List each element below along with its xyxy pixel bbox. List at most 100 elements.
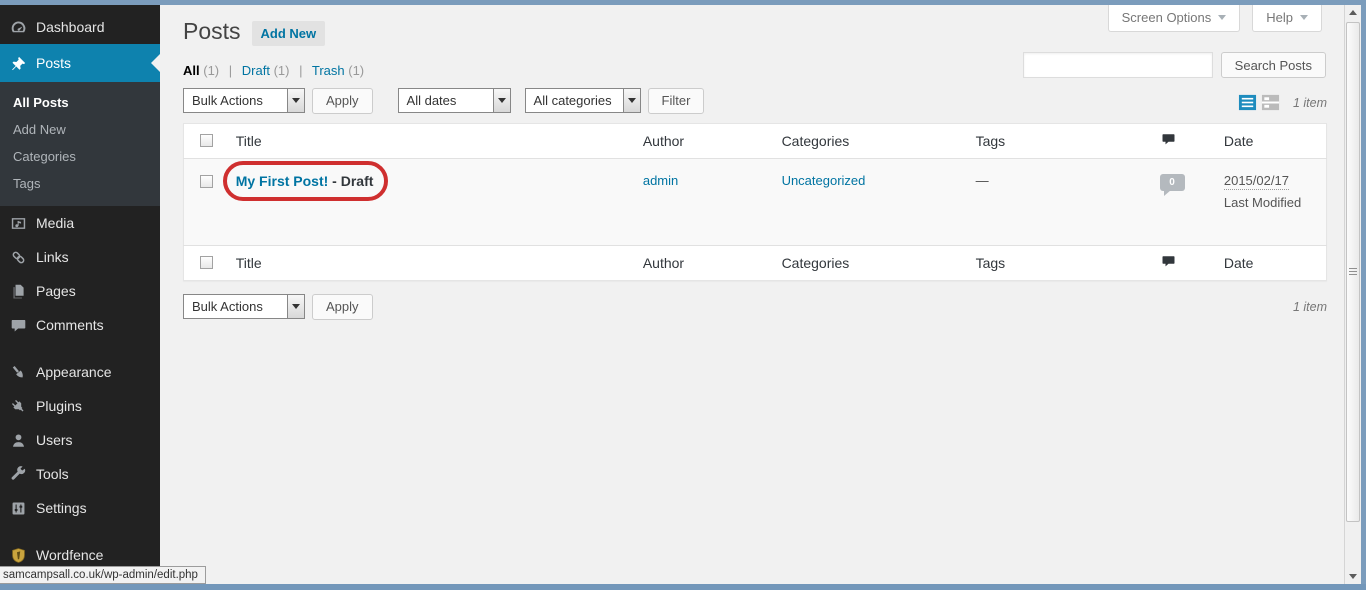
select-all-checkbox[interactable] <box>200 255 213 269</box>
scrollbar-thumb[interactable] <box>1346 22 1360 522</box>
comment-count-bubble[interactable]: 0 <box>1159 173 1185 196</box>
author-link[interactable]: admin <box>643 173 678 188</box>
plugins-icon <box>9 397 27 415</box>
table-header-row: Title Author Categories Tags Date <box>183 123 1327 159</box>
view-all-link[interactable]: All <box>183 63 200 78</box>
column-categories: Categories <box>771 244 966 281</box>
view-separator: | <box>299 62 303 78</box>
sidebar-item-comments[interactable]: Comments <box>0 308 160 342</box>
sidebar-item-dashboard[interactable]: Dashboard <box>0 10 160 44</box>
bulk-actions-select-bottom[interactable]: Bulk Actions <box>183 294 305 320</box>
sidebar-item-label: Pages <box>36 283 76 299</box>
sidebar-item-label: Users <box>36 432 73 448</box>
column-author: Author <box>632 123 772 159</box>
apply-button[interactable]: Apply <box>312 87 373 114</box>
sidebar-item-posts[interactable]: Posts <box>0 44 160 82</box>
filter-button[interactable]: Filter <box>647 87 705 114</box>
comments-icon <box>9 316 27 334</box>
sidebar-item-users[interactable]: Users <box>0 423 160 457</box>
sidebar-item-label: Posts <box>36 55 72 71</box>
select-arrow-icon <box>492 89 510 113</box>
submenu-categories[interactable]: Categories <box>0 143 160 170</box>
sidebar-item-label: Comments <box>36 317 104 333</box>
sidebar-item-label: Plugins <box>36 398 82 414</box>
comment-bubble-icon <box>1160 132 1177 147</box>
sidebar-item-media[interactable]: Media <box>0 206 160 240</box>
scroll-up-icon <box>1349 10 1357 15</box>
sidebar-item-plugins[interactable]: Plugins <box>0 389 160 423</box>
post-row: My First Post! - Draft admin Uncategoriz… <box>183 158 1327 246</box>
view-trash-link[interactable]: Trash <box>312 63 345 78</box>
view-separator: | <box>228 62 233 78</box>
browser-window: Dashboard Posts All Posts Add New Catego… <box>0 0 1366 590</box>
status-bar-link-preview: samcampsall.co.uk/wp-admin/edit.php <box>0 566 206 584</box>
post-title-link[interactable]: My First Post! <box>236 173 329 189</box>
all-categories-value: All categories <box>533 93 612 109</box>
posts-submenu: All Posts Add New Categories Tags <box>0 82 160 206</box>
item-count: 1 item <box>1292 95 1327 110</box>
submenu-tags[interactable]: Tags <box>0 170 160 197</box>
table-toolbar-bottom: Bulk Actions Apply 1 item <box>183 293 1327 320</box>
category-link[interactable]: Uncategorized <box>782 173 866 188</box>
bulk-actions-value: Bulk Actions <box>192 299 263 315</box>
screen-options-label: Screen Options <box>1121 10 1212 25</box>
sidebar-item-links[interactable]: Links <box>0 240 160 274</box>
admin-sidebar: Dashboard Posts All Posts Add New Catego… <box>0 5 160 584</box>
appearance-icon <box>9 363 27 381</box>
sidebar-item-label: Tools <box>36 466 69 482</box>
window-border-bottom <box>0 584 1366 590</box>
tools-icon <box>9 465 27 483</box>
scroll-up-button[interactable] <box>1345 5 1361 20</box>
users-icon <box>9 431 27 449</box>
sidebar-item-tools[interactable]: Tools <box>0 457 160 491</box>
scrollbar-grip-icon <box>1349 268 1357 276</box>
sidebar-item-label: Media <box>36 215 75 231</box>
screen-options-tab[interactable]: Screen Options <box>1107 5 1241 32</box>
apply-button-bottom[interactable]: Apply <box>312 293 373 320</box>
all-categories-select[interactable]: All categories <box>524 88 641 114</box>
posts-page: Screen Options Help Posts Add New Search… <box>160 5 1344 584</box>
column-author: Author <box>632 244 772 281</box>
search-posts-button[interactable]: Search Posts <box>1220 52 1326 78</box>
posts-table: Title Author Categories Tags Date My Fir… <box>183 122 1327 281</box>
scroll-down-button[interactable] <box>1345 569 1361 584</box>
submenu-all-posts[interactable]: All Posts <box>0 89 160 116</box>
wordfence-shield-icon <box>9 546 27 564</box>
post-status-suffix: - Draft <box>328 172 374 189</box>
column-tags: Tags <box>965 123 1150 159</box>
table-toolbar-top: Bulk Actions Apply All dates All categor… <box>183 87 1327 114</box>
menu-separator <box>0 342 160 355</box>
select-all-checkbox[interactable] <box>200 133 213 147</box>
help-label: Help <box>1266 10 1293 25</box>
excerpt-view-icon[interactable] <box>1261 93 1280 112</box>
pages-icon <box>9 282 27 300</box>
bulk-actions-value: Bulk Actions <box>192 93 263 109</box>
column-date: Date <box>1213 244 1327 281</box>
list-view-icon[interactable] <box>1238 93 1257 112</box>
view-draft-link[interactable]: Draft <box>242 63 270 78</box>
all-dates-select[interactable]: All dates <box>397 88 511 114</box>
item-count-bottom: 1 item <box>1292 299 1327 314</box>
bulk-actions-select[interactable]: Bulk Actions <box>183 88 305 114</box>
vertical-scrollbar[interactable] <box>1344 5 1361 584</box>
select-arrow-icon <box>287 295 304 319</box>
all-dates-value: All dates <box>406 93 457 109</box>
sidebar-item-label: Wordfence <box>36 547 104 563</box>
comment-bubble-icon <box>1160 254 1177 269</box>
view-trash-count: (1) <box>348 62 365 78</box>
sidebar-item-pages[interactable]: Pages <box>0 274 160 308</box>
post-date-note: Last Modified <box>1223 194 1302 210</box>
submenu-add-new[interactable]: Add New <box>0 116 160 143</box>
select-arrow-icon <box>622 89 640 113</box>
sidebar-item-settings[interactable]: Settings <box>0 491 160 525</box>
select-arrow-icon <box>287 89 304 113</box>
tags-value: — <box>975 172 989 188</box>
search-input[interactable] <box>1022 52 1213 78</box>
row-checkbox[interactable] <box>200 174 213 188</box>
sidebar-item-appearance[interactable]: Appearance <box>0 355 160 389</box>
add-new-button[interactable]: Add New <box>251 21 326 47</box>
sidebar-item-label: Dashboard <box>36 19 105 35</box>
help-tab[interactable]: Help <box>1252 5 1322 32</box>
column-date: Date <box>1213 123 1327 159</box>
screen-meta-tabs: Screen Options Help <box>1107 5 1322 32</box>
